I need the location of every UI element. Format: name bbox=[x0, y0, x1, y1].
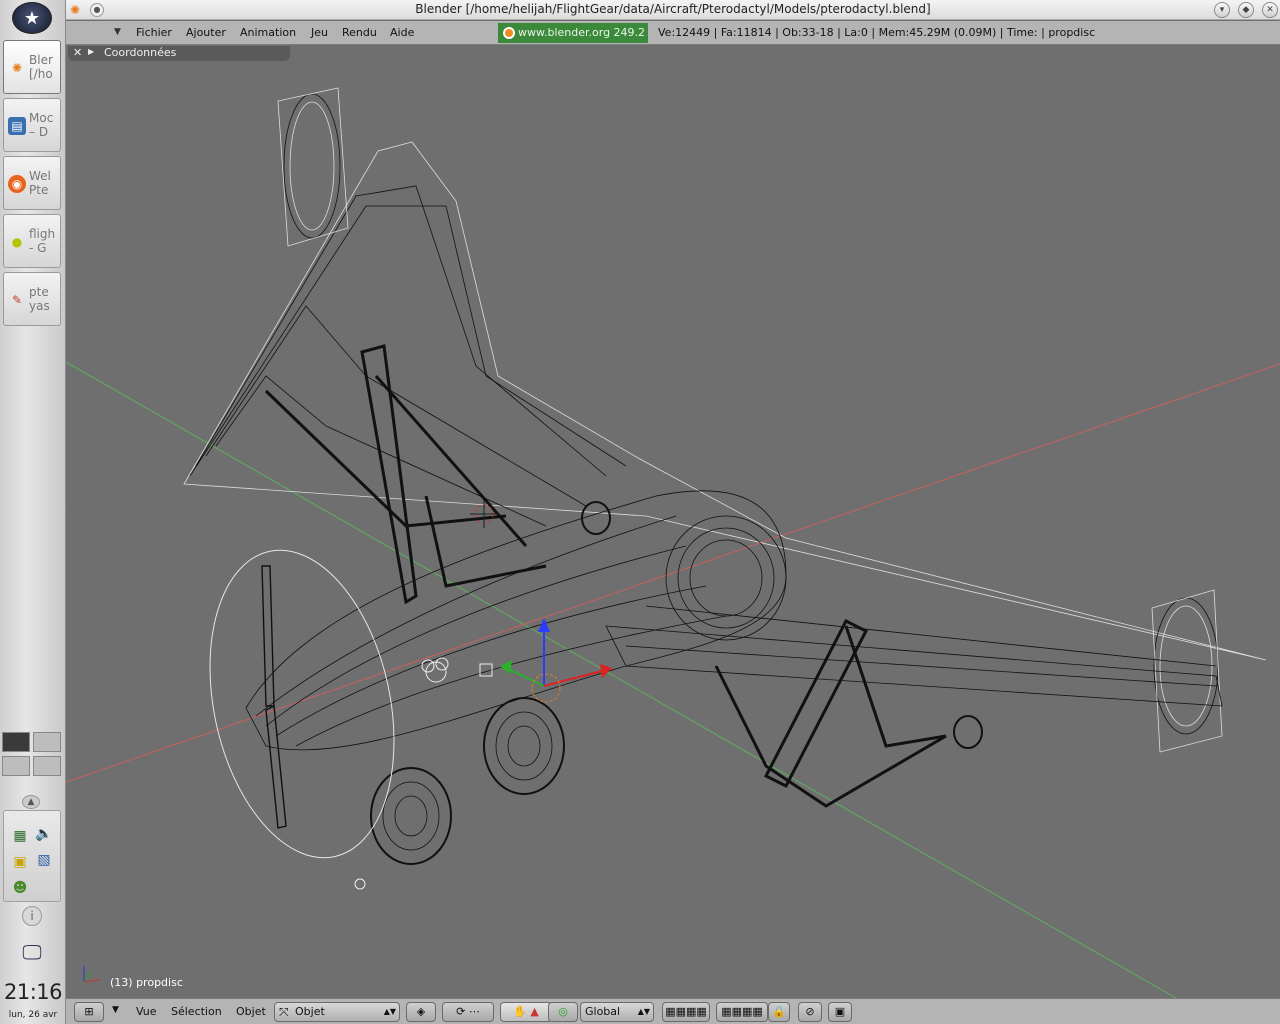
text-editor-icon: ✎ bbox=[11, 293, 23, 307]
url-text: www.blender.org 249.2 bbox=[518, 26, 646, 39]
menu-jeu[interactable]: Jeu bbox=[311, 26, 328, 39]
taskbar: ★ ✺ Bler [/ho ▤ Moc – D ◉ Wel Pte ● flig… bbox=[0, 0, 66, 1024]
user-icon[interactable]: ☻ bbox=[10, 879, 30, 897]
layer-buttons-1[interactable]: ▦▦▦▦ bbox=[662, 1002, 710, 1022]
menu-rendu[interactable]: Rendu bbox=[342, 26, 377, 39]
task-label: Bler [/ho bbox=[29, 53, 53, 81]
speaker-icon[interactable]: 🔈 bbox=[34, 825, 54, 843]
info-header: ▼ Fichier Ajouter Animation Jeu Rendu Ai… bbox=[66, 21, 1280, 45]
window-title: Blender [/home/helijah/FlightGear/data/A… bbox=[415, 2, 931, 16]
start-menu-button[interactable]: ★ bbox=[12, 2, 52, 34]
close-icon[interactable]: ✕ bbox=[1262, 2, 1278, 18]
draw-type-icon[interactable]: ◈ bbox=[406, 1002, 436, 1022]
pivot-point-icon[interactable]: ⟳ ⋯ bbox=[442, 1002, 494, 1022]
panel-label: Coordonnées bbox=[104, 46, 177, 59]
task-label: Moc – D bbox=[29, 111, 54, 139]
menu-aide[interactable]: Aide bbox=[390, 26, 414, 39]
task-document[interactable]: ▤ Moc – D bbox=[3, 98, 61, 152]
desktop-4[interactable] bbox=[33, 756, 61, 776]
firefox-icon: ◉ bbox=[8, 175, 26, 193]
task-flightgear[interactable]: ● fligh - G bbox=[3, 214, 61, 268]
scene-empties bbox=[354, 657, 493, 890]
desktop-1[interactable] bbox=[2, 732, 30, 752]
expand-arrow-icon[interactable]: ▶ bbox=[88, 47, 94, 56]
clock[interactable]: 21:16 bbox=[0, 980, 66, 1004]
transform-properties-panel[interactable]: ✕ ▶ Coordonnées bbox=[68, 46, 290, 61]
window-titlebar[interactable]: ✺ ● Blender [/home/helijah/FlightGear/da… bbox=[66, 0, 1280, 20]
star-icon: ★ bbox=[23, 7, 41, 29]
mode-value: Objet bbox=[295, 1005, 325, 1018]
menu-vue[interactable]: Vue bbox=[136, 1005, 157, 1018]
tray-expand-icon[interactable]: ▲ bbox=[22, 795, 40, 809]
chevron-icon: ▲▼ bbox=[637, 1007, 650, 1016]
task-label: Wel Pte bbox=[29, 169, 51, 197]
layer-buttons-2[interactable]: ▦▦▦▦ bbox=[716, 1002, 768, 1022]
aircraft-wireframe bbox=[183, 87, 1267, 865]
header-collapse-icon[interactable]: ▼ bbox=[114, 27, 121, 37]
date: lun, 26 avr bbox=[8, 1010, 58, 1020]
render-icon[interactable]: ▣ bbox=[828, 1002, 852, 1022]
object-mode-icon: ⤧ bbox=[279, 1005, 289, 1019]
info-icon[interactable]: i bbox=[22, 906, 42, 926]
manipulator-toggle-icon[interactable]: ✋ ▲ bbox=[500, 1002, 552, 1022]
scene-stats: Ve:12449 | Fa:11814 | Ob:33-18 | La:0 | … bbox=[658, 26, 1096, 39]
desktop-2[interactable] bbox=[33, 732, 61, 752]
chevron-icon: ▲▼ bbox=[383, 1007, 396, 1016]
mode-select[interactable]: ⤧ Objet ▲▼ bbox=[274, 1002, 400, 1022]
maximize-icon[interactable]: ◆ bbox=[1238, 2, 1254, 18]
rotate-manipulator-icon[interactable]: ◎ bbox=[548, 1002, 578, 1022]
active-object-info: (13) propdisc bbox=[110, 976, 183, 989]
blender-org-badge[interactable]: www.blender.org 249.2 bbox=[498, 23, 648, 43]
editor-type-icon[interactable]: ⊞ bbox=[74, 1002, 104, 1022]
bulb-icon: ● bbox=[11, 235, 23, 249]
task-text-editor[interactable]: ✎ pte yas bbox=[3, 272, 61, 326]
blender-icon: ✺ bbox=[11, 61, 23, 75]
desktop-3[interactable] bbox=[2, 756, 30, 776]
header-collapse-icon[interactable]: ▼ bbox=[112, 1005, 119, 1015]
menu-objet[interactable]: Objet bbox=[236, 1005, 266, 1018]
show-desktop-icon[interactable]: 🖵 bbox=[18, 940, 46, 964]
desktop-pager[interactable] bbox=[0, 730, 64, 780]
document-icon: ▤ bbox=[8, 117, 26, 135]
3d-viewport[interactable]: ✕ ▶ Coordonnées (13) propdisc bbox=[66, 46, 1280, 998]
menu-selection[interactable]: Sélection bbox=[171, 1005, 222, 1018]
task-label: pte yas bbox=[29, 285, 50, 313]
system-tray: ▦ 🔈 ▣ ▧ ☻ bbox=[3, 810, 61, 902]
lock-icon[interactable]: 🔒 bbox=[768, 1002, 790, 1022]
snap-icon[interactable]: ⊘ bbox=[798, 1002, 822, 1022]
x-axis-line bbox=[66, 363, 1280, 783]
task-firefox[interactable]: ◉ Wel Pte bbox=[3, 156, 61, 210]
clipboard-icon[interactable]: ▣ bbox=[10, 853, 30, 871]
close-icon[interactable]: ✕ bbox=[73, 46, 82, 59]
network-icon[interactable]: ▦ bbox=[10, 827, 30, 845]
transform-manipulator[interactable] bbox=[500, 618, 612, 703]
propeller-disc[interactable] bbox=[183, 533, 420, 875]
menu-animation[interactable]: Animation bbox=[240, 26, 296, 39]
wireframe-scene[interactable] bbox=[66, 46, 1280, 998]
view-axes-gizmo bbox=[83, 966, 101, 983]
blender-logo-icon bbox=[503, 27, 515, 39]
menu-fichier[interactable]: Fichier bbox=[136, 26, 172, 39]
task-blender[interactable]: ✺ Bler [/ho bbox=[3, 40, 61, 94]
minimize-icon[interactable]: ▾ bbox=[1214, 2, 1230, 18]
orientation-select[interactable]: Global ▲▼ bbox=[580, 1002, 654, 1022]
task-label: fligh - G bbox=[29, 227, 56, 255]
display-icon[interactable]: ▧ bbox=[34, 851, 54, 869]
menu-ajouter[interactable]: Ajouter bbox=[186, 26, 226, 39]
3d-view-header: ⊞ ▼ Vue Sélection Objet ⤧ Objet ▲▼ ◈ ⟳ ⋯… bbox=[66, 998, 1280, 1024]
orientation-value: Global bbox=[585, 1005, 621, 1018]
